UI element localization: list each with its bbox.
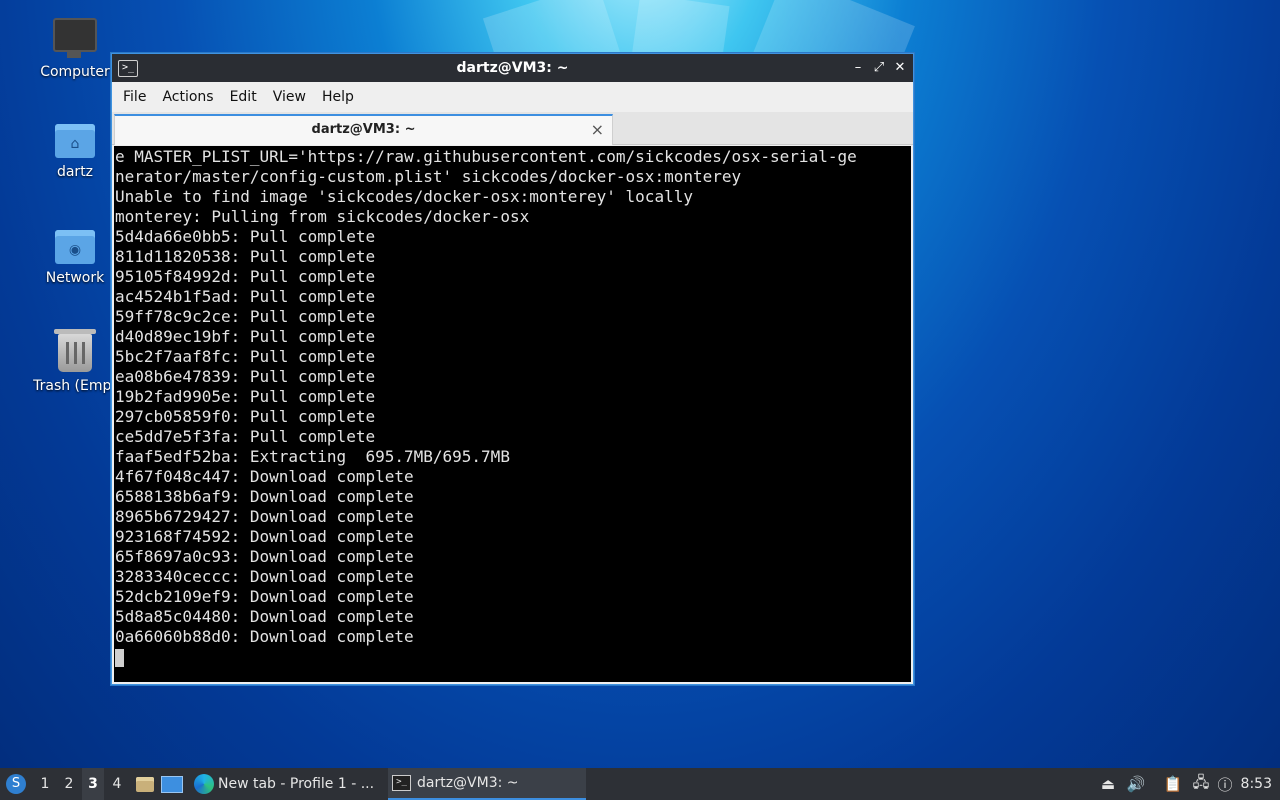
network-folder-icon: ◉ [55,230,95,264]
trash-icon [54,329,96,372]
task-label: dartz@VM3: ~ [417,775,519,791]
terminal-prompt-line [115,647,911,667]
window-title: dartz@VM3: ~ [456,60,569,76]
minimize-button[interactable]: – [849,59,867,77]
tab-bar: dartz@VM3: ~ × [112,112,913,145]
workspace-3[interactable]: 3 [82,768,104,800]
network-icon[interactable]: 🖧 [1190,768,1212,800]
terminal-line: 59ff78c9c2ce: Pull complete [115,307,376,326]
menu-bar: File Actions Edit View Help [112,82,913,112]
menu-actions[interactable]: Actions [155,89,220,105]
terminal-cursor [115,648,124,667]
terminal-line: ce5dd7e5f3fa: Pull complete [115,427,376,446]
terminal-line: 52dcb2109ef9: Download complete [115,587,414,606]
terminal-icon: >_ [392,775,411,791]
terminal-line: e MASTER_PLIST_URL='https://raw.githubus… [115,147,857,166]
task-browser[interactable]: New tab - Profile 1 - ... [190,768,384,800]
workspace-1[interactable]: 1 [34,768,56,800]
terminal-line: 5d8a85c04480: Download complete [115,607,414,626]
close-button[interactable]: ✕ [891,59,909,77]
task-terminal[interactable]: >_ dartz@VM3: ~ [388,768,586,800]
edge-browser-icon [194,774,214,794]
terminal-line: 811d11820538: Pull complete [115,247,376,266]
terminal-line: faaf5edf52ba: Extracting 695.7MB/695.7MB [115,447,510,466]
terminal-line: ea08b6e47839: Pull complete [115,367,376,386]
terminal-line: Unable to find image 'sickcodes/docker-o… [115,187,693,206]
terminal-line: 19b2fad9905e: Pull complete [115,387,376,406]
maximize-button[interactable]: ⤢ [870,59,888,77]
show-desktop-icon [161,775,183,793]
task-label: New tab - Profile 1 - ... [218,776,375,792]
workspace-2[interactable]: 2 [58,768,80,800]
start-menu-button[interactable]: S [4,768,28,800]
terminal-line: 5bc2f7aaf8fc: Pull complete [115,347,376,366]
menu-help[interactable]: Help [315,89,361,105]
menu-view[interactable]: View [266,89,313,105]
volume-icon[interactable]: 🔊 [1125,768,1147,800]
file-manager-launcher[interactable] [134,768,156,800]
terminal-line: monterey: Pulling from sickcodes/docker-… [115,207,530,226]
menu-file[interactable]: File [116,89,153,105]
file-manager-icon [136,776,154,792]
tab-label: dartz@VM3: ~ [311,122,416,137]
home-folder-icon: ⌂ [55,124,95,158]
terminal-line: d40d89ec19bf: Pull complete [115,327,376,346]
terminal-line: 4f67f048c447: Download complete [115,467,414,486]
clock[interactable]: 8:53 [1241,768,1272,800]
terminal-line: 297cb05859f0: Pull complete [115,407,376,426]
tab-close-icon[interactable]: × [591,120,604,139]
terminal-line: ac4524b1f5ad: Pull complete [115,287,376,306]
taskbar: S 1 2 3 4 New tab - Profile 1 - ... >_ d… [0,768,1280,800]
terminal-line: 3283340ceccc: Download complete [115,567,414,586]
desktop-launcher[interactable] [160,768,184,800]
tray-up-arrow-icon[interactable]: ⏏ [1097,768,1119,800]
terminal-line: 0a66060b88d0: Download complete [115,627,414,646]
notification-icon[interactable]: ⓘ [1214,768,1236,800]
clipboard-icon[interactable]: 📋 [1162,768,1184,800]
tab-terminal[interactable]: dartz@VM3: ~ × [114,114,613,145]
terminal-line: 5d4da66e0bb5: Pull complete [115,227,376,246]
window-titlebar[interactable]: >_ dartz@VM3: ~ – ⤢ ✕ [112,54,913,82]
terminal-line: 65f8697a0c93: Download complete [115,547,414,566]
menu-edit[interactable]: Edit [223,89,264,105]
terminal-line: 95105f84992d: Pull complete [115,267,376,286]
computer-icon [53,18,97,58]
start-menu-icon: S [6,774,26,794]
terminal-window: >_ dartz@VM3: ~ – ⤢ ✕ File Actions Edit … [111,53,914,685]
workspace-4[interactable]: 4 [106,768,128,800]
terminal-line: nerator/master/config-custom.plist' sick… [115,167,742,186]
terminal-line: 6588138b6af9: Download complete [115,487,414,506]
terminal-output[interactable]: e MASTER_PLIST_URL='https://raw.githubus… [114,146,911,682]
terminal-line: 8965b6729427: Download complete [115,507,414,526]
terminal-line: 923168f74592: Download complete [115,527,414,546]
